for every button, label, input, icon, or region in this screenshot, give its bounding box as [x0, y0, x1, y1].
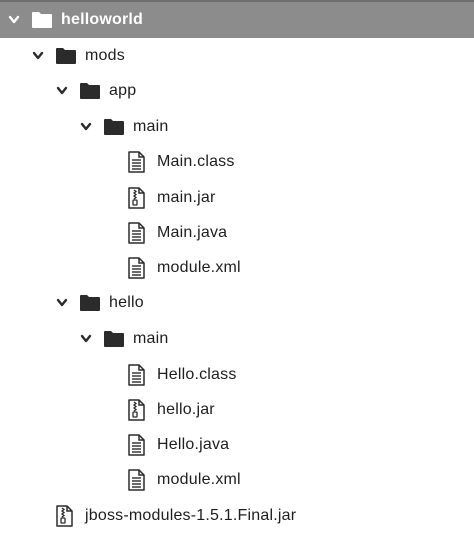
tree-row-label: main.jar	[157, 189, 216, 206]
tree-row-hello[interactable]: hello	[0, 285, 474, 321]
tree-row-hello-main[interactable]: main	[0, 321, 474, 357]
file-tree: helloworld mods app main Main.class main…	[0, 0, 474, 546]
file-archive-icon	[55, 505, 73, 527]
tree-row-main-class[interactable]: Main.class	[0, 144, 474, 180]
file-text-icon	[127, 151, 145, 173]
tree-row-label: main	[133, 330, 169, 347]
file-text-icon	[127, 222, 145, 244]
tree-row-label: Hello.class	[157, 366, 237, 383]
chevron-down-icon[interactable]	[55, 296, 69, 310]
tree-row-hello-java[interactable]: Hello.java	[0, 427, 474, 463]
folder-icon	[55, 47, 77, 65]
tree-row-label: module.xml	[157, 259, 241, 276]
folder-icon	[103, 330, 125, 348]
tree-row-app[interactable]: app	[0, 73, 474, 109]
file-text-icon	[127, 364, 145, 386]
folder-icon	[103, 118, 125, 136]
tree-row-app-module-xml[interactable]: module.xml	[0, 250, 474, 286]
tree-row-label: Main.class	[157, 153, 235, 170]
tree-row-hello-jar[interactable]: hello.jar	[0, 392, 474, 428]
tree-row-label: hello.jar	[157, 401, 215, 418]
tree-row-label: helloworld	[61, 11, 143, 28]
file-text-icon	[127, 469, 145, 491]
tree-row-jboss-modules-jar[interactable]: jboss-modules-1.5.1.Final.jar	[0, 498, 474, 534]
chevron-down-icon[interactable]	[79, 332, 93, 346]
file-text-icon	[127, 257, 145, 279]
tree-row-main-java[interactable]: Main.java	[0, 215, 474, 251]
file-archive-icon	[127, 187, 145, 209]
tree-row-hello-module-xml[interactable]: module.xml	[0, 462, 474, 498]
chevron-down-icon[interactable]	[7, 13, 21, 27]
tree-row-label: hello	[109, 294, 144, 311]
tree-row-label: mods	[85, 47, 125, 64]
tree-row-label: jboss-modules-1.5.1.Final.jar	[85, 507, 297, 524]
chevron-down-icon[interactable]	[55, 84, 69, 98]
tree-row-label: Main.java	[157, 224, 228, 241]
chevron-down-icon[interactable]	[31, 49, 45, 63]
tree-row-label: app	[109, 82, 137, 99]
tree-row-main-jar[interactable]: main.jar	[0, 180, 474, 216]
folder-icon	[79, 82, 101, 100]
tree-row-label: module.xml	[157, 471, 241, 488]
folder-icon	[31, 11, 53, 29]
tree-row-app-main[interactable]: main	[0, 109, 474, 145]
tree-row-mods[interactable]: mods	[0, 38, 474, 74]
tree-row-label: Hello.java	[157, 436, 230, 453]
file-text-icon	[127, 434, 145, 456]
folder-icon	[79, 294, 101, 312]
tree-row-label: main	[133, 118, 169, 135]
tree-row-helloworld[interactable]: helloworld	[0, 2, 474, 38]
file-archive-icon	[127, 399, 145, 421]
tree-row-hello-class[interactable]: Hello.class	[0, 357, 474, 393]
chevron-down-icon[interactable]	[79, 120, 93, 134]
